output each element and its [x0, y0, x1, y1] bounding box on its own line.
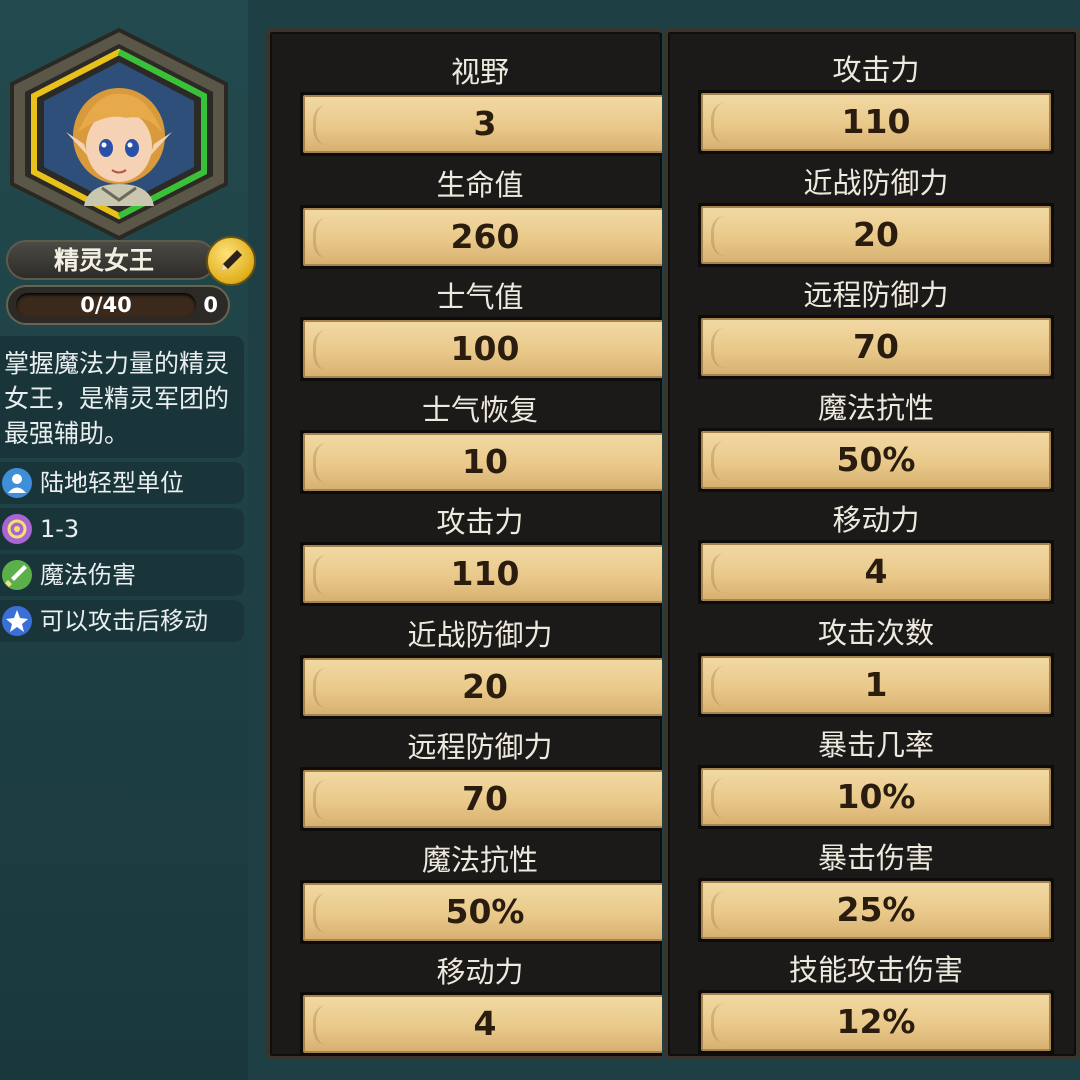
stat-value: 3 [473, 104, 497, 143]
parchment-background: 100 [303, 320, 662, 378]
pencil-icon [221, 250, 242, 271]
unit-name: 精灵女王 [6, 240, 216, 280]
trait-damage-type: 魔法伤害 [0, 554, 244, 596]
unit-description: 掌握魔法力量的精灵女王，是精灵军团的最强辅助。 [0, 336, 244, 458]
edit-name-button[interactable] [206, 236, 256, 286]
stat-value: 10 [462, 441, 508, 481]
parchment-background: 10% [701, 768, 1051, 826]
stat-label: 暴击几率 [817, 728, 934, 762]
stat-value: 20 [853, 214, 899, 254]
description-text: 掌握魔法力量的精灵女王，是精灵军团的最强辅助。 [4, 349, 230, 448]
parchment-background: 50% [303, 882, 662, 941]
stat-label: 魔法抗性 [421, 842, 538, 877]
stat-value-box: 12% [698, 990, 1054, 1054]
stat-value-box: 260 [300, 204, 662, 269]
stats-panel-left[interactable]: 视野 3 生命值 260 士气值 100 士气恢复 10 攻击力 110 近战防御力 20 远程防御力 7… [266, 28, 662, 1060]
stat-value: 4 [864, 552, 888, 591]
stat-value: 12% [836, 1002, 916, 1041]
trait-label: 魔法伤害 [40, 561, 136, 589]
stat-value: 260 [450, 216, 520, 256]
trait-ability: 可以攻击后移动 [0, 600, 244, 642]
stat-value: 10% [836, 777, 916, 816]
stat-label: 移动力 [832, 503, 920, 537]
stat-value-box: 4 [300, 992, 662, 1056]
stat-label: 视野 [450, 55, 509, 89]
stat-value: 70 [853, 327, 899, 366]
stat-label: 近战防御力 [407, 617, 553, 652]
parchment-background: 25% [701, 880, 1051, 939]
parchment-background: 20 [701, 205, 1051, 264]
stat-value-box: 70 [300, 767, 662, 831]
stat-value-box: 110 [698, 90, 1054, 154]
stat-label: 士气恢复 [421, 392, 538, 427]
stat-value-box: 110 [300, 542, 662, 606]
stat-label: 移动力 [436, 955, 524, 989]
parchment-background: 70 [701, 318, 1051, 376]
stat-value-box: 50% [300, 879, 662, 944]
experience-bar: 0/40 0 [6, 285, 230, 325]
parchment-background: 1 [701, 655, 1051, 714]
stat-label: 魔法抗性 [817, 390, 934, 425]
magic-sword-icon [2, 560, 32, 590]
stat-label: 士气值 [436, 280, 524, 314]
trait-label: 可以攻击后移动 [40, 607, 208, 635]
stat-value-box: 1 [698, 652, 1054, 717]
parchment-background: 12% [701, 993, 1051, 1051]
experience-text: 0/40 [80, 293, 132, 317]
stat-value: 50% [445, 891, 525, 931]
trait-label: 1-3 [40, 515, 80, 543]
stat-label: 远程防御力 [803, 278, 949, 312]
level-text: 0 [203, 293, 218, 317]
unit-portrait[interactable] [6, 27, 232, 241]
stat-label: 攻击次数 [817, 615, 934, 650]
parchment-background: 70 [303, 770, 662, 828]
stat-label: 近战防御力 [803, 165, 949, 200]
stat-value: 100 [450, 329, 520, 368]
stat-value-box: 20 [698, 202, 1054, 267]
stat-value: 110 [841, 102, 911, 141]
stat-label: 技能攻击伤害 [788, 953, 963, 987]
stat-value: 110 [450, 554, 520, 593]
stat-value: 50% [836, 439, 916, 479]
parchment-background: 20 [303, 657, 662, 716]
stat-value-box: 10 [300, 429, 662, 494]
stat-value-box: 4 [698, 540, 1054, 604]
parchment-background: 110 [701, 93, 1051, 151]
parchment-background: 10 [303, 432, 662, 491]
stat-label: 攻击力 [832, 53, 920, 87]
stat-value-box: 3 [300, 92, 662, 156]
trait-unit-type: 陆地轻型单位 [0, 462, 244, 504]
stat-label: 攻击力 [436, 505, 524, 539]
stat-value-box: 100 [300, 317, 662, 381]
stat-value-box: 50% [698, 427, 1054, 492]
stats-panel-right[interactable]: 攻击力 110 近战防御力 20 远程防御力 70 魔法抗性 50% 移动力 4 攻击次数 1 暴击几率… [664, 28, 1080, 1060]
stat-label: 生命值 [436, 167, 524, 202]
stat-value: 25% [836, 889, 916, 929]
trait-range: 1-3 [0, 508, 244, 550]
stat-value: 70 [462, 779, 508, 818]
parchment-background: 110 [303, 545, 662, 603]
parchment-background: 4 [303, 995, 662, 1053]
parchment-background: 260 [303, 207, 662, 266]
stat-value-box: 20 [300, 654, 662, 719]
trait-label: 陆地轻型单位 [40, 469, 184, 497]
target-icon [2, 514, 32, 544]
stat-value: 4 [473, 1004, 497, 1043]
stat-value: 1 [864, 664, 888, 704]
stat-value-box: 25% [698, 877, 1054, 942]
parchment-background: 3 [303, 95, 662, 153]
stat-label: 暴击伤害 [817, 840, 934, 875]
stat-value-box: 70 [698, 315, 1054, 379]
parchment-background: 50% [701, 430, 1051, 489]
stat-value: 20 [462, 666, 508, 706]
stat-value-box: 10% [698, 765, 1054, 829]
parchment-background: 4 [701, 543, 1051, 601]
person-icon [2, 468, 32, 498]
move-after-attack-icon [2, 606, 32, 636]
stat-label: 远程防御力 [407, 730, 553, 764]
